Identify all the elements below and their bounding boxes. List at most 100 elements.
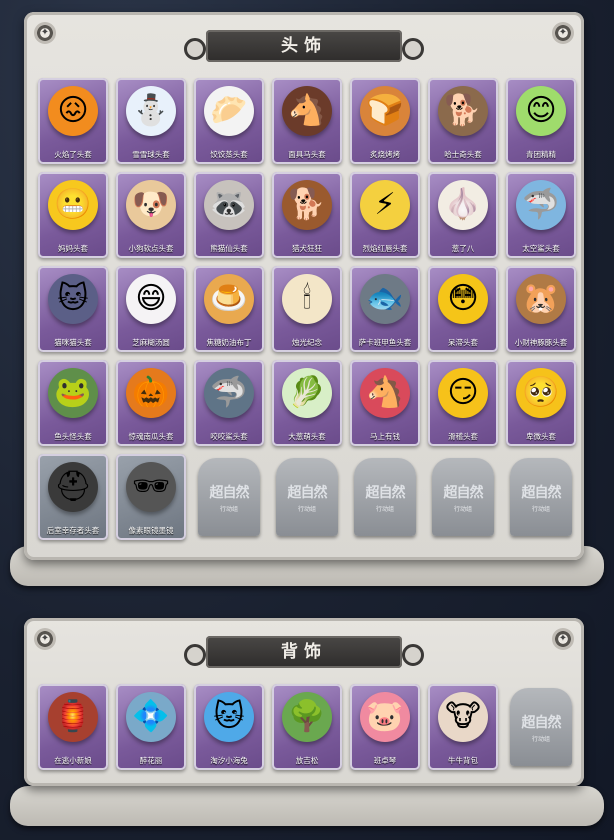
item-card[interactable]: 😊 青团精精 (506, 78, 576, 164)
item-card[interactable]: 🐕 猎犬狂狂 (272, 172, 342, 258)
rice-ball-head-icon: 😄 (126, 274, 176, 324)
item-card[interactable]: 🍮 焦糖奶油布丁 (194, 266, 264, 352)
horse-head-icon: 🐴 (282, 86, 332, 136)
watermark-sub: 行动组 (297, 505, 316, 513)
item-card[interactable]: 🐴 面具马头套 (272, 78, 342, 164)
item-card[interactable]: 🥺 卑微头套 (506, 360, 576, 446)
item-label: 牛牛背包 (448, 756, 478, 765)
item-label: 小狗软点头套 (128, 244, 174, 253)
item-label: 面具马头套 (288, 150, 326, 159)
garlic-head-icon: 🧄 (438, 180, 488, 230)
watermark-logo: 超自然 (443, 484, 484, 501)
watermark-sub: 行动组 (531, 735, 550, 743)
item-label: 烈焰红唇头套 (362, 244, 408, 253)
capybara-head-icon: 🐹 (516, 274, 566, 324)
item-card[interactable]: 🕶 像素眼镜墨镜 (116, 454, 186, 540)
tombstone-icon: 超自然 行动组 (510, 688, 572, 766)
item-label: 惊魂南瓜头套 (128, 432, 174, 441)
locked-slot: 超自然 行动组 (428, 454, 498, 540)
shark-plush-head-icon: 🦈 (516, 180, 566, 230)
item-card[interactable]: 🐹 小财神豚豚头套 (506, 266, 576, 352)
item-card[interactable]: 🕯 烛光纪念 (272, 266, 342, 352)
item-card[interactable]: ⛄ 雪雪球头套 (116, 78, 186, 164)
item-card[interactable]: 🏮 在逃小新娘 (38, 684, 108, 770)
item-card[interactable]: 😬 妈妈头套 (38, 172, 108, 258)
item-card[interactable]: ⚡ 烈焰红唇头套 (350, 172, 420, 258)
item-card[interactable]: 🐟 萨卡班甲鱼头套 (350, 266, 420, 352)
item-label: 放吉松 (295, 756, 319, 765)
item-card[interactable]: 😄 芝麻糊汤圆 (116, 266, 186, 352)
item-card[interactable]: 🦈 太空鲨头套 (506, 172, 576, 258)
dumpling-head-icon: 🥟 (204, 86, 254, 136)
item-label: 火焰了头套 (54, 150, 92, 159)
item-label: 淘汐小海兔 (210, 756, 248, 765)
item-card[interactable]: 🥟 饺饺蒸头套 (194, 78, 264, 164)
husky-head-icon: 🐕 (438, 86, 488, 136)
stare-emoji-head-icon: 😳 (438, 274, 488, 324)
item-label: 咬咬鲨头套 (210, 432, 248, 441)
item-card[interactable]: 🐸 鱼头怪头套 (38, 360, 108, 446)
item-label: 班卓琴 (373, 756, 397, 765)
watermark-sub: 行动组 (531, 505, 550, 513)
item-card[interactable]: ⛑ 后室幸存者头套 (38, 454, 108, 540)
item-label: 卑微头套 (526, 432, 556, 441)
item-label: 妈妈头套 (58, 244, 88, 253)
tombstone-icon: 超自然 行动组 (276, 458, 338, 536)
item-label: 后室幸存者头套 (46, 526, 100, 535)
item-label: 滑稽头套 (448, 432, 478, 441)
item-card[interactable]: 🧄 葱了八 (428, 172, 498, 258)
item-card[interactable]: 😏 滑稽头套 (428, 360, 498, 446)
item-label: 在逃小新娘 (54, 756, 92, 765)
item-label: 醉花丽 (139, 756, 163, 765)
item-card[interactable]: 🦈 咬咬鲨头套 (194, 360, 264, 446)
item-label: 芝麻糊汤圆 (132, 338, 170, 347)
item-label: 猎犬狂狂 (292, 244, 322, 253)
item-card[interactable]: 🥬 大葱萌头套 (272, 360, 342, 446)
fire-head-icon: 😖 (48, 86, 98, 136)
head-items-grid: 😖 火焰了头套 ⛄ 雪雪球头套 🥟 饺饺蒸头套 🐴 面具马头套 🍞 炙烧烤烤 🐕 哈士奇头套 😊 青团精精… (34, 78, 580, 548)
item-card[interactable]: 🐶 小狗软点头套 (116, 172, 186, 258)
item-label: 青团精精 (526, 150, 556, 159)
item-label: 熊猫仙头套 (210, 244, 248, 253)
watermark-logo: 超自然 (521, 714, 562, 731)
grin-emoji-head-icon: 😬 (48, 180, 98, 230)
item-card[interactable]: 🐷 班卓琴 (350, 684, 420, 770)
item-label: 炙烧烤烤 (370, 150, 400, 159)
item-card[interactable]: 🐱 淘汐小海兔 (194, 684, 264, 770)
item-card[interactable]: 🐮 牛牛背包 (428, 684, 498, 770)
cat-head-icon: 🐱 (48, 274, 98, 324)
item-card[interactable]: 🌳 放吉松 (272, 684, 342, 770)
item-label: 小财神豚豚头套 (514, 338, 568, 347)
pony-head-icon: 🐴 (360, 368, 410, 418)
pixel-sunglasses-icon: 🕶 (126, 462, 176, 512)
item-label: 像素眼镜墨镜 (128, 526, 174, 535)
back-accessories-panel: ✦ ✦ 背饰 🏮 在逃小新娘 💠 醉花丽 🐱 淘汐小海兔 🌳 放吉松 🐷 班卓琴 🐮 牛牛背包 超自然行… (24, 618, 584, 786)
item-card[interactable]: 🦝 熊猫仙头套 (194, 172, 264, 258)
item-card[interactable]: 💠 醉花丽 (116, 684, 186, 770)
watermark-logo: 超自然 (209, 484, 250, 501)
item-card[interactable]: 😖 火焰了头套 (38, 78, 108, 164)
item-card[interactable]: 🎃 惊魂南瓜头套 (116, 360, 186, 446)
item-card[interactable]: 🍞 炙烧烤烤 (350, 78, 420, 164)
bonsai-backpack-icon: 🌳 (282, 692, 332, 742)
smirk-emoji-head-icon: 😏 (438, 368, 488, 418)
section-title-head: 头饰 (184, 30, 424, 62)
item-label: 焦糖奶油布丁 (206, 338, 252, 347)
watermark-logo: 超自然 (287, 484, 328, 501)
locked-slot: 超自然 行动组 (194, 454, 264, 540)
raccoon-head-icon: 🦝 (204, 180, 254, 230)
item-label: 马上有钱 (370, 432, 400, 441)
toast-head-icon: 🍞 (360, 86, 410, 136)
item-card[interactable]: 🐕 哈士奇头套 (428, 78, 498, 164)
item-label: 饺饺蒸头套 (210, 150, 248, 159)
item-card[interactable]: 😳 呆滞头套 (428, 266, 498, 352)
item-card[interactable]: 🐴 马上有钱 (350, 360, 420, 446)
item-label: 萨卡班甲鱼头套 (358, 338, 412, 347)
watermark-logo: 超自然 (521, 484, 562, 501)
candle-head-icon: 🕯 (282, 274, 332, 324)
flower-chandelier-icon: 💠 (126, 692, 176, 742)
item-card[interactable]: 🐱 猫咪猫头套 (38, 266, 108, 352)
panel-ornament-icon: ✦ (34, 22, 56, 44)
back-panel-scroll-edge (10, 786, 604, 826)
shark-head-icon: 🦈 (204, 368, 254, 418)
